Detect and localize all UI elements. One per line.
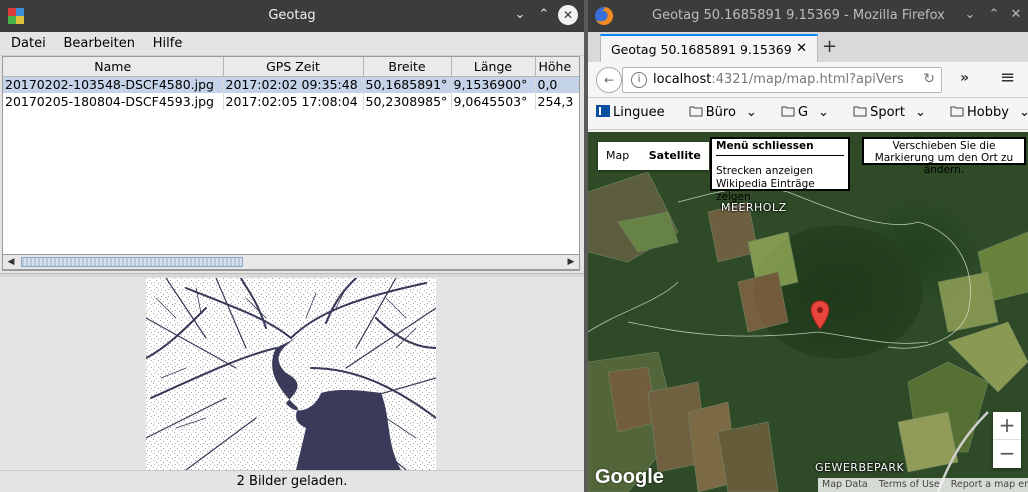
folder-icon — [950, 106, 964, 117]
cell-altitude: 254,3 — [535, 93, 579, 110]
navigation-bar: ← i localhost:4321/map/map.html?apiVers … — [588, 62, 1028, 98]
map-type-satellite-button[interactable]: Satellite — [641, 142, 709, 169]
map-attribution: Map Data Terms of Use Report a map error — [818, 478, 1028, 492]
column-header-altitude[interactable]: Höhe — [535, 57, 579, 77]
ff-close-icon[interactable]: ✕ — [1006, 5, 1026, 25]
google-logo: Google — [595, 466, 664, 488]
map-type-map-button[interactable]: Map — [598, 142, 637, 169]
url-host: localhost — [653, 72, 712, 87]
cell-gps-time: 2017:02:02 09:35:48 — [223, 76, 364, 93]
map-data-link[interactable]: Map Data — [818, 479, 872, 490]
terms-link[interactable]: Terms of Use — [875, 479, 944, 490]
menu-datei[interactable]: Datei — [4, 32, 53, 55]
hamburger-menu-icon[interactable]: ≡ — [1000, 69, 1015, 87]
map-type-control: Map Satellite — [598, 142, 709, 170]
bookmark-linguee[interactable]: Linguee — [596, 105, 675, 120]
chevron-down-icon: ⌄ — [1018, 105, 1028, 120]
map-menu-panel: Menü schliessen Strecken anzeigen Wikipe… — [710, 137, 850, 203]
tab-title: Geotag 50.1685891 9.15369 — [611, 42, 792, 57]
scroll-left-icon[interactable]: ◀ — [4, 256, 18, 268]
bookmark-label: Hobby — [967, 105, 1009, 120]
cell-longitude: 9,0645503° — [451, 93, 536, 110]
scrollbar-thumb[interactable] — [21, 257, 243, 267]
window-title: Geotag — [268, 8, 316, 23]
geotag-window: Geotag ⌄ ⌃ ✕ Datei Bearbeiten Hilfe Name… — [0, 0, 584, 492]
menubar: Datei Bearbeiten Hilfe — [0, 32, 584, 56]
close-icon[interactable]: ✕ — [558, 5, 578, 25]
cell-gps-time: 2017:02:05 17:08:04 — [223, 93, 364, 110]
cell-name: 20170205-180804-DSCF4593.jpg — [3, 93, 224, 110]
bookmark-folder-sport[interactable]: Sport ⌄ — [853, 105, 936, 120]
menu-bearbeiten[interactable]: Bearbeiten — [57, 32, 142, 55]
bookmark-label: Linguee — [613, 105, 665, 120]
table-row[interactable]: 20170205-180804-DSCF4593.jpg 2017:02:05 … — [3, 93, 579, 110]
bookmark-label: G — [797, 105, 809, 120]
cell-name: 20170202-103548-DSCF4580.jpg — [3, 76, 224, 93]
folder-icon — [689, 106, 703, 117]
column-header-gps-time[interactable]: GPS Zeit — [223, 57, 364, 77]
status-bar: 2 Bilder geladen. — [0, 470, 584, 492]
maximize-icon[interactable]: ⌃ — [534, 5, 554, 25]
zoom-control: + − — [993, 412, 1021, 468]
menu-hilfe[interactable]: Hilfe — [146, 32, 190, 55]
firefox-window: Geotag 50.1685891 9.15369 - Mozilla Fire… — [588, 0, 1028, 492]
chevron-down-icon: ⌄ — [914, 105, 926, 120]
bookmark-label: Büro — [705, 105, 736, 120]
chevron-down-icon: ⌄ — [745, 105, 757, 120]
linguee-icon — [596, 105, 610, 117]
reload-icon[interactable]: ↻ — [923, 71, 935, 87]
cell-latitude: 50,1685891° — [363, 76, 452, 93]
folder-icon — [781, 106, 795, 117]
menu-item-routes[interactable]: Strecken anzeigen — [716, 165, 844, 178]
new-tab-icon[interactable]: + — [822, 36, 837, 57]
horizontal-scrollbar[interactable]: ◀ ▶ — [2, 254, 580, 270]
report-error-link[interactable]: Report a map error — [947, 479, 1028, 490]
photo-preview — [146, 278, 436, 470]
folder-icon — [853, 106, 867, 117]
table-row[interactable]: 20170202-103548-DSCF4580.jpg 2017:02:02 … — [3, 76, 579, 93]
back-icon[interactable]: ← — [596, 67, 622, 93]
column-header-longitude[interactable]: Länge — [451, 57, 536, 77]
scroll-right-icon[interactable]: ▶ — [564, 256, 578, 268]
chevron-down-icon: ⌄ — [818, 105, 829, 120]
map-marker-icon[interactable] — [810, 300, 830, 330]
column-header-name[interactable]: Name — [3, 57, 224, 77]
overflow-chevron-icon[interactable]: » — [960, 70, 969, 86]
cell-latitude: 50,2308985° — [363, 93, 452, 110]
menu-close-link[interactable]: Menü schliessen — [716, 140, 844, 156]
geotag-titlebar: Geotag ⌄ ⌃ ✕ — [0, 0, 584, 32]
image-table: Name GPS Zeit Breite Länge Höhe 20170202… — [2, 56, 580, 271]
firefox-icon — [595, 6, 614, 25]
tab-strip: Geotag 50.1685891 9.15369 ✕ + — [588, 32, 1028, 62]
url-path: :4321/map/map.html?apiVers — [711, 72, 904, 87]
column-header-latitude[interactable]: Breite — [363, 57, 452, 77]
tab-geotag[interactable]: Geotag 50.1685891 9.15369 ✕ — [600, 34, 818, 62]
firefox-window-title: Geotag 50.1685891 9.15369 - Mozilla Fire… — [652, 8, 945, 23]
bookmarks-toolbar: Linguee Büro ⌄ G ⌄ Sport ⌄ Hobby ⌄ — [588, 98, 1028, 130]
bookmark-folder-hobby[interactable]: Hobby ⌄ — [950, 105, 1028, 120]
site-info-icon[interactable]: i — [631, 72, 647, 88]
tab-close-icon[interactable]: ✕ — [796, 41, 807, 56]
minimize-icon[interactable]: ⌄ — [510, 5, 530, 25]
url-bar[interactable]: i localhost:4321/map/map.html?apiVers ↻ — [622, 67, 942, 93]
bookmark-label: Sport — [870, 105, 905, 120]
ff-minimize-icon[interactable]: ⌄ — [960, 5, 980, 25]
image-preview-area — [0, 277, 584, 470]
ff-maximize-icon[interactable]: ⌃ — [984, 5, 1004, 25]
satellite-map[interactable]: Map Satellite Menü schliessen Strecken a… — [588, 132, 1028, 492]
map-place-label: MEERHOLZ — [721, 201, 787, 214]
firefox-titlebar: Geotag 50.1685891 9.15369 - Mozilla Fire… — [588, 0, 1028, 32]
bookmark-folder-buero[interactable]: Büro ⌄ — [689, 105, 767, 120]
map-place-label: GEWERBEPARK — [815, 461, 905, 474]
zoom-in-button[interactable]: + — [993, 412, 1021, 440]
cell-altitude: 0,0 — [535, 76, 579, 93]
cell-longitude: 9,1536900° — [451, 76, 536, 93]
bookmark-folder-g[interactable]: G ⌄ — [781, 105, 839, 120]
zoom-out-button[interactable]: − — [993, 440, 1021, 467]
map-hint: Verschieben Sie die Markierung um den Or… — [862, 137, 1026, 176]
